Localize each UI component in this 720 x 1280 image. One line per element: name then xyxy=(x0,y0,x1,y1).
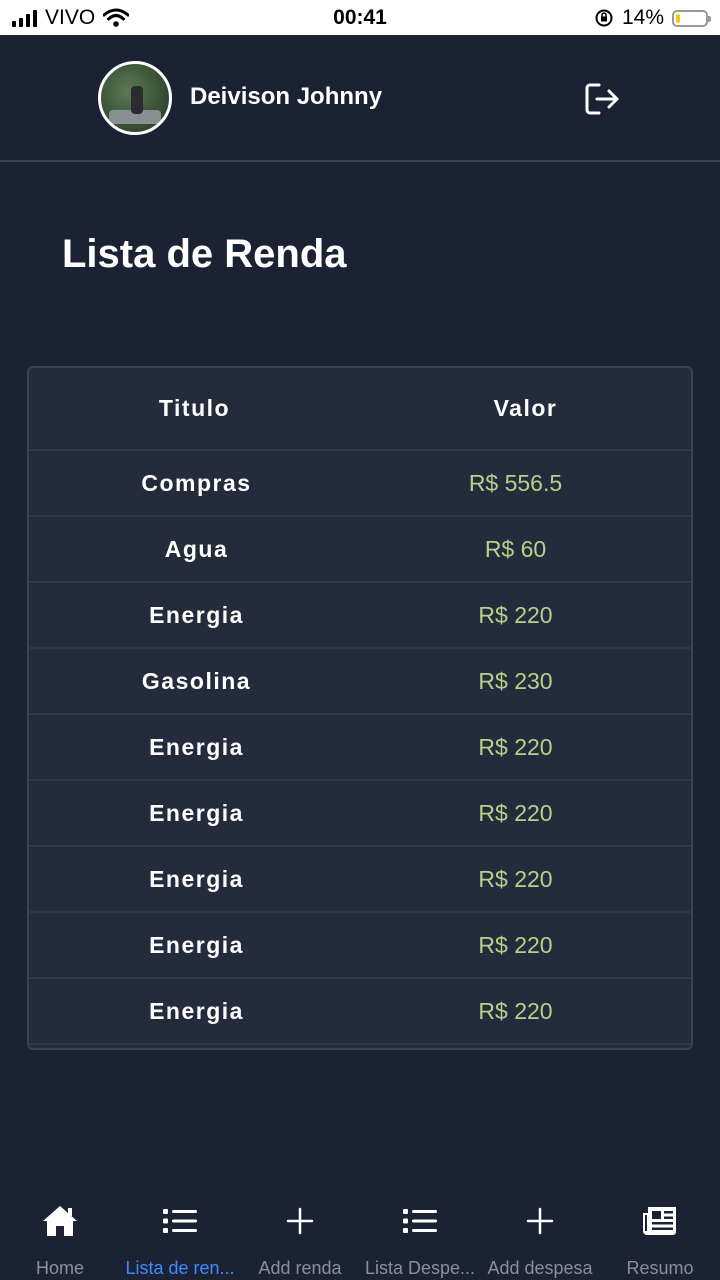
table-row[interactable]: Energia R$ 220 xyxy=(29,781,691,847)
column-header-valor: Valor xyxy=(493,395,558,421)
tab-lista-renda[interactable]: Lista de ren... xyxy=(120,1190,240,1280)
table-row[interactable]: Energia R$ 220 xyxy=(29,979,691,1045)
table-row[interactable]: Agua R$ 60 xyxy=(29,517,691,583)
plus-icon xyxy=(480,1202,600,1240)
row-value: R$ 220 xyxy=(478,733,553,760)
column-header-titulo: Titulo xyxy=(158,395,231,421)
tab-home[interactable]: Home xyxy=(0,1190,120,1280)
table-row[interactable]: Energia R$ 220 xyxy=(29,583,691,649)
list-icon xyxy=(120,1202,240,1240)
battery-icon xyxy=(672,9,711,27)
row-value: R$ 60 xyxy=(484,535,547,562)
table-row[interactable]: Compras R$ 556.5 xyxy=(29,451,691,517)
logout-icon[interactable] xyxy=(583,81,623,117)
newspaper-icon xyxy=(600,1202,720,1240)
row-title: Energia xyxy=(149,997,244,1024)
bottom-tab-bar: Home Lista de ren... Add renda Lista Des… xyxy=(0,1190,720,1280)
tab-resumo[interactable]: Resumo xyxy=(600,1190,720,1280)
table-row[interactable]: Gasolina R$ 230 xyxy=(29,649,691,715)
tab-label: Add renda xyxy=(258,1258,342,1278)
home-icon xyxy=(0,1202,120,1240)
plus-icon xyxy=(240,1202,360,1240)
row-title: Energia xyxy=(149,865,244,892)
tab-label: Home xyxy=(35,1258,84,1278)
row-value: R$ 220 xyxy=(478,865,553,892)
page-title: Lista de Renda xyxy=(62,232,347,276)
table-row[interactable]: Energia R$ 220 xyxy=(29,913,691,979)
tab-add-despesa[interactable]: Add despesa xyxy=(480,1190,600,1280)
row-title: Gasolina xyxy=(141,667,252,694)
row-title: Energia xyxy=(149,799,244,826)
row-title: Energia xyxy=(149,601,244,628)
tab-label: Add despesa xyxy=(487,1258,593,1278)
orientation-lock-icon xyxy=(595,9,613,27)
tab-label: Resumo xyxy=(626,1258,694,1278)
row-value: R$ 556.5 xyxy=(468,469,563,496)
battery-percent: 14% xyxy=(621,6,664,29)
list-icon xyxy=(360,1202,480,1240)
status-bar: VIVO 00:41 14% xyxy=(0,0,720,35)
row-value: R$ 220 xyxy=(478,799,553,826)
tab-label: Lista de ren... xyxy=(125,1258,235,1278)
row-value: R$ 220 xyxy=(478,931,553,958)
table-header-row: Titulo Valor xyxy=(29,368,691,451)
row-title: Energia xyxy=(149,931,244,958)
row-value: R$ 220 xyxy=(478,997,553,1024)
row-title: Compras xyxy=(141,469,252,496)
user-name: Deivison Johnny xyxy=(190,83,383,110)
tab-label: Lista Despe... xyxy=(364,1258,476,1278)
row-value: R$ 220 xyxy=(478,601,553,628)
income-table: Titulo Valor Compras R$ 556.5 Agua R$ 60… xyxy=(27,366,693,1050)
row-title: Agua xyxy=(164,535,229,562)
battery-level xyxy=(676,13,680,23)
row-title: Energia xyxy=(149,733,244,760)
table-row[interactable]: Energia R$ 220 xyxy=(29,847,691,913)
app-header: Deivison Johnny xyxy=(0,35,720,162)
table-row[interactable]: Energia R$ 220 xyxy=(29,715,691,781)
tab-add-renda[interactable]: Add renda xyxy=(240,1190,360,1280)
avatar[interactable] xyxy=(98,61,172,135)
status-right: 14% xyxy=(594,6,711,30)
tab-lista-despesa[interactable]: Lista Despe... xyxy=(360,1190,480,1280)
row-value: R$ 230 xyxy=(478,667,553,694)
